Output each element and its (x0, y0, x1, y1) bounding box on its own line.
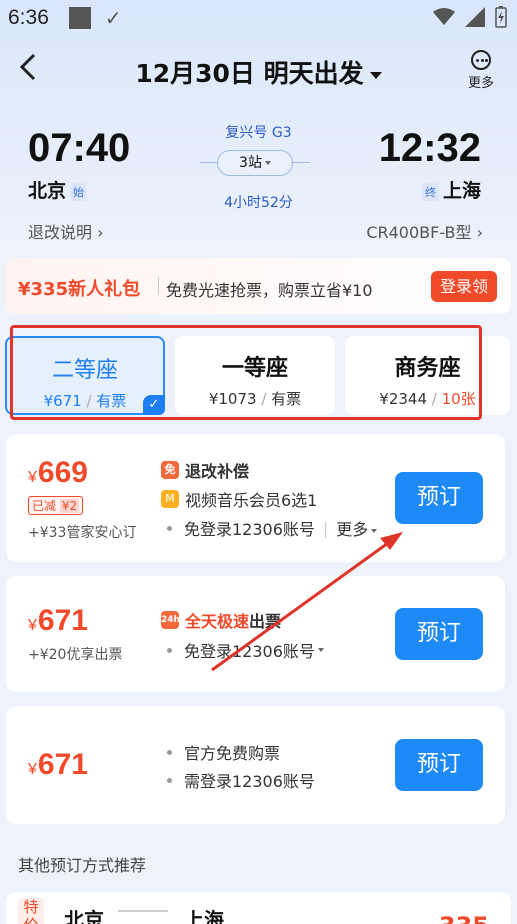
battery-icon (495, 6, 507, 28)
highlight-outline (10, 325, 482, 420)
offer-card: ¥671 官方免费购票 需登录12306账号 预订 (6, 706, 505, 824)
feature-fast-ticket: 24h 全天极速 出票 (161, 608, 281, 632)
feature-login: 需登录12306账号 (161, 768, 315, 792)
refund-policy-link[interactable]: 退改说明 › (28, 219, 104, 243)
feature-text: 出票 (249, 612, 282, 631)
more-icon (471, 50, 491, 70)
offer-price: ¥669 (28, 456, 88, 490)
status-time: 6:36 (8, 6, 49, 29)
caret-down-icon (369, 71, 382, 79)
trip-duration: 4小时52分 (224, 195, 293, 211)
app-header: 12月30日 明天出发 更多 (0, 44, 517, 96)
caret-down-icon (371, 528, 378, 533)
feature-official: 官方免费购票 (161, 740, 280, 764)
feature-text: 退改补偿 (185, 462, 250, 481)
offer-price: ¥671 (28, 748, 88, 782)
currency-symbol: ¥ (28, 761, 37, 778)
login-claim-button[interactable]: 登录领 (431, 271, 497, 302)
feature-text: 视频音乐会员6选1 (185, 491, 318, 510)
offer-card: ¥671 +¥20优享出票 24h 全天极速 出票 免登录12306账号 预订 (6, 576, 505, 692)
train-model-link[interactable]: CR400BF-B型 › (366, 219, 483, 243)
promo-text: 免费光速抢票，购票立省¥10 (166, 281, 373, 300)
promo-banner: ¥335新人礼包 免费光速抢票，购票立省¥10 登录领 (6, 258, 511, 314)
more-features-link[interactable]: 更多 (336, 516, 378, 540)
stops-button[interactable]: 3站 (217, 150, 293, 176)
status-bar: 6:36 ✓ (0, 0, 517, 36)
price-value: 671 (37, 748, 88, 781)
more-link-label: 更多 (336, 520, 369, 539)
special-tag: 特价 (18, 898, 44, 924)
caret-down-icon (317, 648, 324, 652)
feature-text: 免登录12306账号 (184, 520, 315, 539)
rec-to: 上海 (184, 908, 224, 924)
more-button[interactable]: 更多 (461, 50, 501, 91)
clock-24h-icon: 24h (161, 611, 180, 629)
plane-icon (118, 910, 168, 912)
section-title: 其他预订方式推荐 (18, 856, 147, 875)
feature-login: 免登录12306账号 | 更多 (161, 516, 378, 540)
bullet-icon (167, 647, 172, 653)
offer-card: ¥669 已减 ¥2 +¥33管家安心订 免退改补偿 M 视频音乐会员6选1 免登… (6, 434, 505, 562)
currency-symbol: ¥ (28, 469, 37, 486)
feature-text: 免登录12306账号 (184, 642, 315, 661)
page-title: 12月30日 明天出发 (135, 59, 364, 88)
bullet-icon (167, 525, 172, 531)
offer-addon: +¥33管家安心订 (28, 525, 137, 541)
feature-text: 需登录12306账号 (184, 772, 315, 791)
check-icon: ✓ (104, 7, 122, 30)
more-label: 更多 (467, 76, 494, 91)
media-icon: M (161, 490, 179, 508)
discount-amount: ¥2 (59, 499, 80, 513)
notification-icon (68, 7, 91, 29)
promo-divider (158, 277, 159, 295)
feature-refund: 免退改补偿 (161, 458, 249, 482)
chevron-down-icon (264, 161, 271, 165)
discount-label: 已减 (32, 499, 57, 513)
book-button[interactable]: 预订 (395, 608, 483, 660)
book-button[interactable]: 预订 (395, 472, 483, 524)
date-selector[interactable]: 12月30日 明天出发 (0, 54, 517, 90)
rec-from: 北京 (64, 908, 104, 924)
recommendation-card[interactable]: 特价 北京 上海 335 (6, 892, 511, 924)
offer-addon: +¥20优享出票 (28, 647, 123, 663)
promo-gift: ¥335新人礼包 (18, 279, 141, 300)
rec-price: 335 (439, 912, 489, 924)
free-icon: 免 (161, 461, 179, 479)
stops-label: 3站 (239, 155, 262, 171)
bullet-icon (167, 777, 172, 783)
price-value: 671 (37, 604, 88, 637)
book-button[interactable]: 预订 (395, 739, 483, 791)
discount-badge: 已减 ¥2 (28, 496, 84, 515)
train-name: 复兴号 G3 (225, 125, 292, 141)
feature-highlight: 全天极速 (185, 612, 250, 631)
feature-login: 免登录12306账号 (161, 638, 324, 662)
feature-text: 官方免费购票 (184, 744, 281, 763)
signal-icon (465, 7, 485, 27)
offer-price: ¥671 (28, 604, 88, 638)
wifi-icon (433, 8, 455, 25)
price-value: 669 (37, 456, 88, 489)
feature-membership: M 视频音乐会员6选1 (161, 487, 317, 511)
bullet-icon (167, 749, 172, 755)
currency-symbol: ¥ (28, 617, 37, 634)
